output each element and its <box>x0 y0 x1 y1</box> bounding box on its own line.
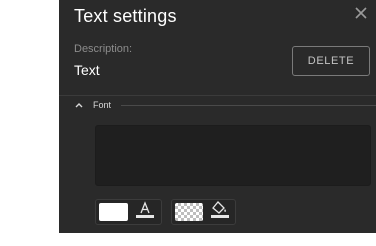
font-section-line <box>121 104 376 106</box>
font-section-toggle[interactable]: Font <box>73 98 376 112</box>
text-color-swatch[interactable] <box>99 203 129 221</box>
background-color-group <box>171 199 236 225</box>
background-color-swatch[interactable] <box>175 203 204 221</box>
close-button[interactable] <box>351 5 371 25</box>
chevron-up-icon <box>73 99 85 111</box>
close-icon <box>355 6 367 24</box>
fill-color-icon <box>210 200 230 224</box>
text-color-icon <box>135 200 155 224</box>
font-section-label: Font <box>93 100 112 110</box>
delete-button[interactable]: DELETE <box>292 46 370 76</box>
section-divider <box>59 95 376 96</box>
fill-color-button[interactable] <box>207 200 232 224</box>
text-content-input[interactable] <box>95 125 371 186</box>
dialog-title: Text settings <box>74 6 177 26</box>
description-label: Description: <box>74 43 133 55</box>
text-color-button[interactable] <box>132 200 158 224</box>
text-settings-dialog: Text settings Description: Text DELETE F… <box>59 0 376 233</box>
description-value: Text <box>74 62 100 78</box>
text-color-group <box>95 199 162 225</box>
